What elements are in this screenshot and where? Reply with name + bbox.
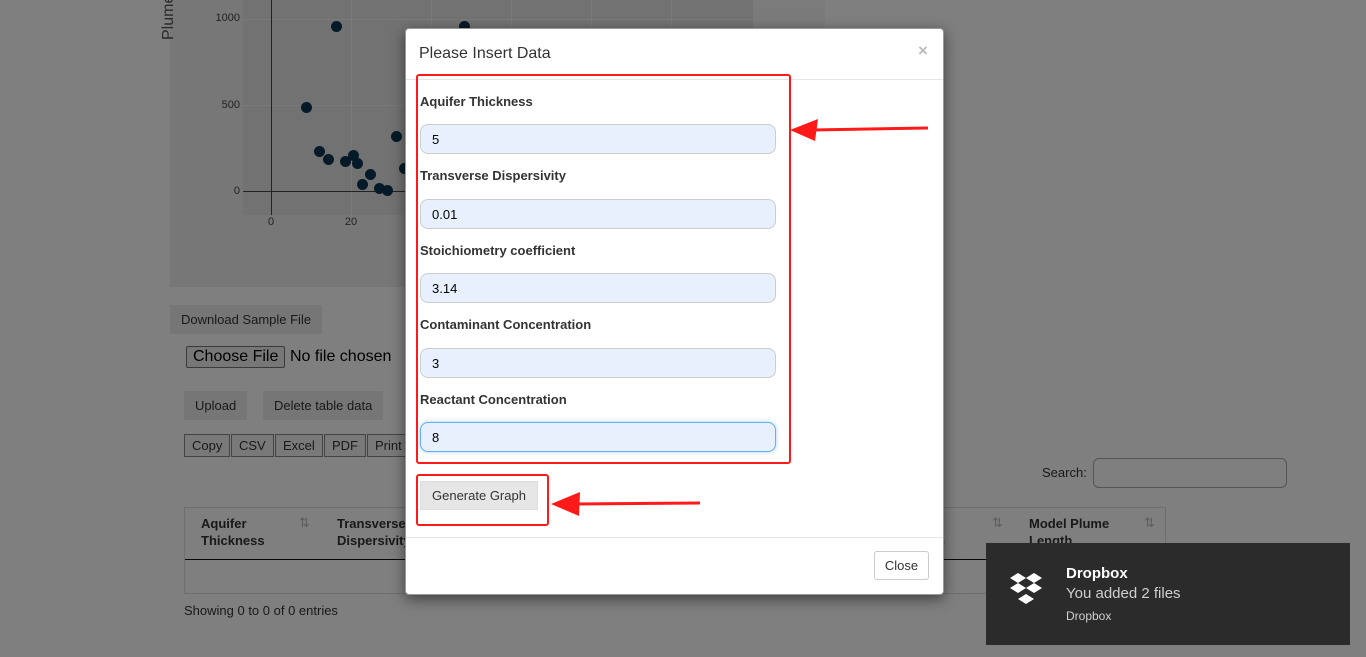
toast-app-name: Dropbox (1066, 609, 1112, 623)
annotation-arrow-right-icon (790, 119, 929, 141)
toast-message: You added 2 files (1066, 585, 1181, 602)
annotation-arrow-generate-icon (551, 492, 701, 516)
dropbox-icon (1010, 573, 1042, 604)
dropbox-toast[interactable]: Dropbox You added 2 files Dropbox (986, 543, 1350, 645)
toast-title: Dropbox (1066, 565, 1128, 582)
